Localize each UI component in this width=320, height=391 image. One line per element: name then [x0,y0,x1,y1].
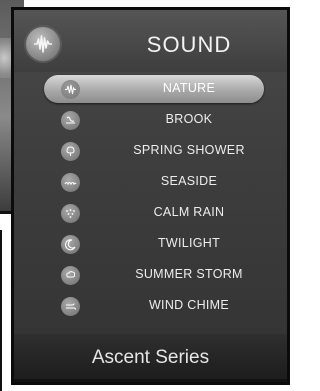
sound-menu-screen: SOUND NATURE BROOK SPRING SHOWER SEASIDE… [14,10,287,334]
series-label: Ascent Series [91,347,210,368]
sound-item-label: NATURE [162,81,216,95]
storm-icon [61,266,80,285]
moon-icon [61,235,80,254]
brook-icon [61,111,80,130]
sound-item-label: WIND CHIME [148,298,230,312]
sound-item-spring-shower[interactable]: SPRING SHOWER [14,136,287,166]
background-border [0,230,2,391]
sound-item-seaside[interactable]: SEASIDE [14,167,287,197]
sound-wave-icon [26,27,60,61]
rain-icon [61,204,80,223]
sound-item-calm-rain[interactable]: CALM RAIN [14,198,287,228]
sound-item-nature[interactable]: NATURE [14,74,287,104]
wave-icon [61,80,80,99]
menu-header: SOUND [14,10,287,72]
menu-title: SOUND [146,32,232,57]
sound-item-label: SPRING SHOWER [133,143,245,157]
shower-icon [61,142,80,161]
sound-item-label: SEASIDE [160,174,218,188]
sound-item-label: CALM RAIN [153,205,225,219]
sound-item-brook[interactable]: BROOK [14,105,287,135]
sound-item-wind-chime[interactable]: WIND CHIME [14,291,287,321]
seaside-icon [61,173,80,192]
sound-item-summer-storm[interactable]: SUMMER STORM [14,260,287,290]
sound-item-label: TWILIGHT [157,236,221,250]
sound-item-twilight[interactable]: TWILIGHT [14,229,287,259]
sound-item-label: BROOK [165,112,213,126]
wind-chime-icon [61,297,80,316]
series-footer: Ascent Series [14,334,287,379]
sound-item-label: SUMMER STORM [135,267,243,281]
